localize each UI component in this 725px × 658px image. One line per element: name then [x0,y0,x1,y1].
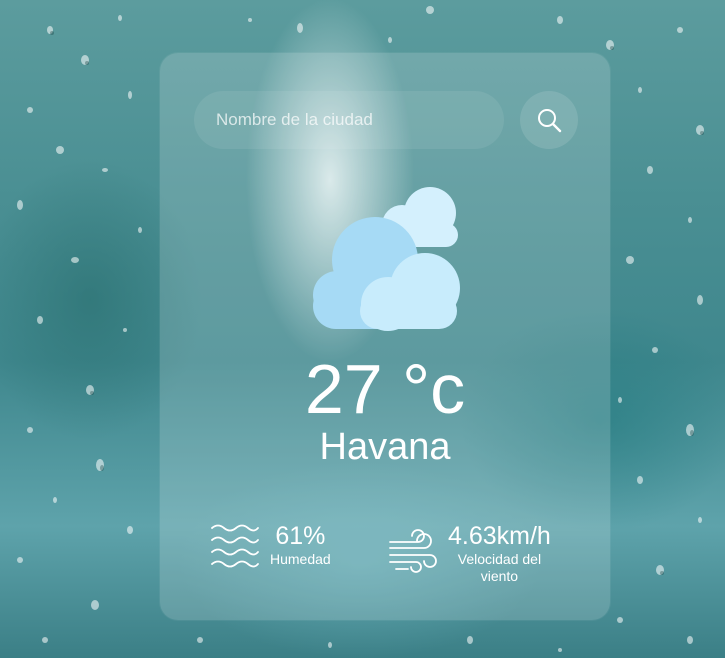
search-bar [194,91,578,149]
city-name: Havana [319,426,451,468]
humidity-value: 61% [275,522,326,550]
waves-icon [211,524,259,567]
city-search-input[interactable] [194,91,504,149]
search-icon [538,109,562,133]
search-button[interactable] [520,91,578,149]
humidity-label: Humedad [270,551,331,567]
temperature-value: 27 °c [304,350,466,428]
humidity-detail: 61% Humedad [210,521,331,568]
wind-detail: 4.63km/h Velocidad del viento [388,521,551,585]
wind-speed-label: Velocidad del viento [457,551,542,584]
weather-card: 27 °c Havana 61% Humedad [160,53,610,620]
cloudy-icon [313,187,460,331]
wind-icon [389,529,437,573]
wind-speed-value: 4.63km/h [448,522,551,550]
